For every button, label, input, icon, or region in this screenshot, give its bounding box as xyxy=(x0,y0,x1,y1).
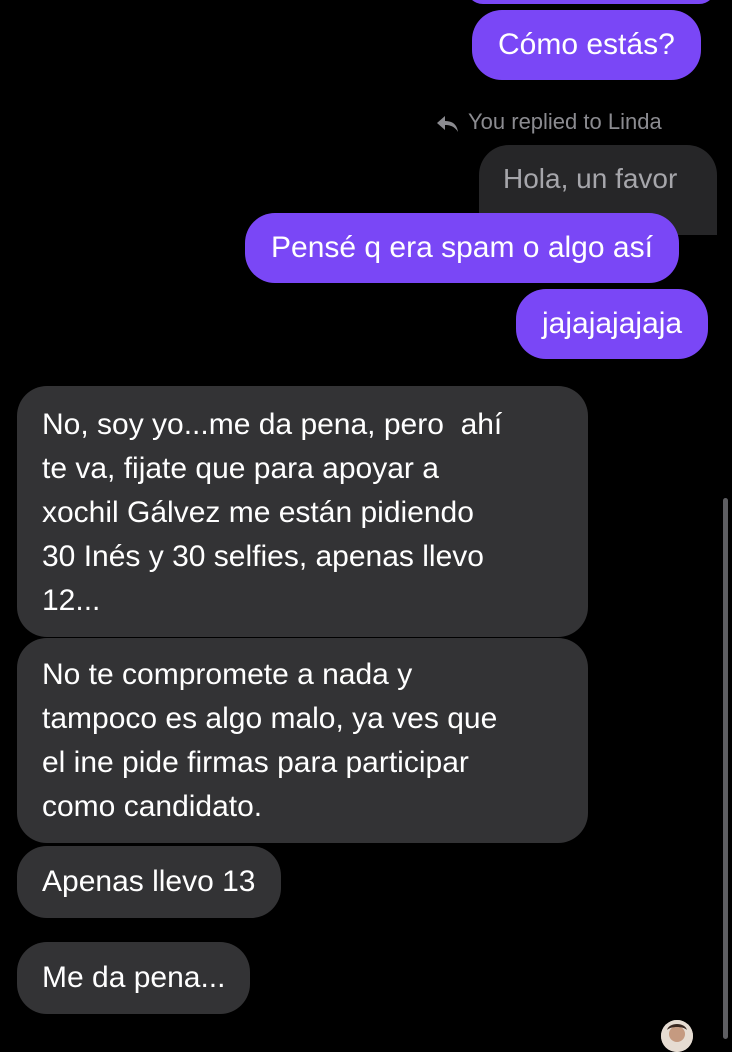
message-bubble-incoming[interactable]: Apenas llevo 13 xyxy=(17,846,281,918)
reply-header-text: You replied to Linda xyxy=(468,109,662,134)
reply-header: You replied to Linda xyxy=(436,107,662,137)
replied-message-text: Hola, un favor xyxy=(503,163,678,194)
message-bubble-incoming[interactable]: No te compromete a nada y tampoco es alg… xyxy=(17,638,588,843)
message-bubble-outgoing-partial[interactable] xyxy=(466,0,716,4)
scrollbar[interactable] xyxy=(723,498,728,1039)
message-bubble-incoming[interactable]: No, soy yo...me da pena, pero ahí te va,… xyxy=(17,386,588,637)
message-bubble-outgoing[interactable]: jajajajajaja xyxy=(516,289,709,359)
reply-arrow-icon xyxy=(436,112,460,132)
message-bubble-incoming[interactable]: Me da pena... xyxy=(17,942,251,1014)
message-bubble-outgoing[interactable]: Cómo estás? xyxy=(472,10,701,80)
seen-avatar xyxy=(661,1020,693,1052)
message-bubble-outgoing[interactable]: Pensé q era spam o algo así xyxy=(245,213,679,283)
